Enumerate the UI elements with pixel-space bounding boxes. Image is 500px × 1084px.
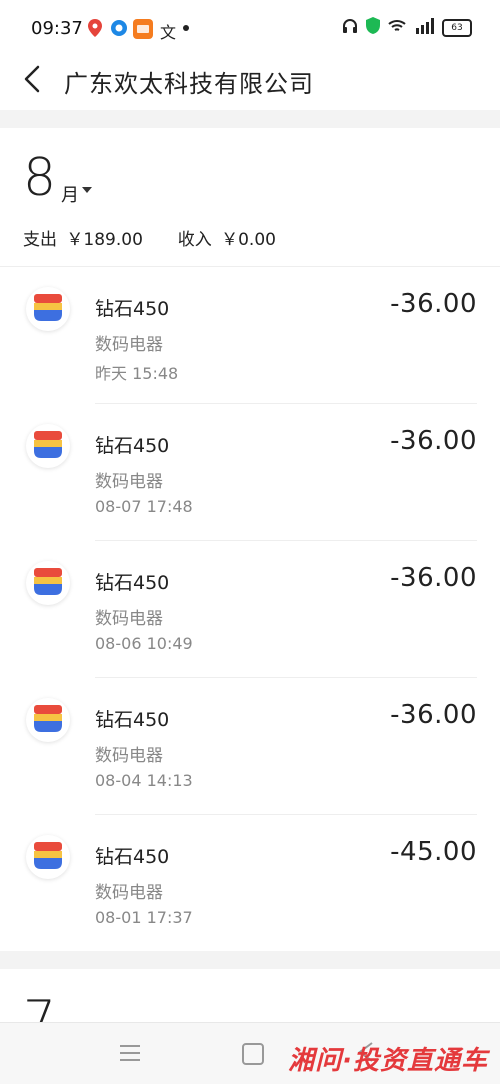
transaction-amount: -45.00 (390, 837, 477, 867)
battery-icon: 63 (442, 18, 472, 37)
wenku-icon: 文 (160, 23, 177, 42)
transaction-row[interactable]: 钻石450 数码电器 08-01 17:37 -45.00 (0, 815, 500, 952)
merchant-icon (26, 424, 70, 468)
transaction-row[interactable]: 钻石450 数码电器 08-07 17:48 -36.00 (0, 404, 500, 541)
transaction-date: 昨天 15:48 (95, 364, 179, 383)
status-time: 09:37 (31, 18, 83, 39)
caret-down-icon[interactable] (82, 187, 92, 193)
signal-icon (414, 17, 434, 38)
transaction-row[interactable]: 钻石450 数码电器 08-04 14:13 -36.00 (0, 678, 500, 815)
merchant-icon (26, 561, 70, 605)
status-bar: 09:37 文 63 (0, 0, 500, 60)
transaction-name: 钻石450 (95, 572, 170, 594)
transaction-name: 钻石450 (95, 435, 170, 457)
transaction-row[interactable]: 钻石450 数码电器昨天 15:48 -36.00 (0, 267, 500, 404)
transaction-category: 数码电器 (95, 746, 163, 766)
income-label: 收入 (177, 230, 212, 250)
shield-icon (366, 17, 380, 38)
merchant-icon (26, 835, 70, 879)
transaction-name: 钻石450 (95, 846, 170, 868)
expense-value: ￥189.00 (66, 230, 143, 250)
transaction-date: 08-04 14:13 (95, 771, 193, 790)
location-pin-icon (88, 19, 102, 37)
income-value: ￥0.00 (221, 230, 276, 250)
month-number: 8 (23, 148, 57, 208)
expense-label: 支出 (23, 230, 57, 250)
page-title: 广东欢太科技有限公司 (64, 70, 314, 98)
transaction-amount: -36.00 (390, 289, 477, 319)
transaction-name: 钻石450 (95, 709, 170, 731)
transaction-name: 钻石450 (95, 298, 170, 320)
merchant-icon (26, 287, 70, 331)
dot-icon (183, 25, 189, 31)
section-divider (0, 110, 500, 128)
month-summary: 支出 ￥189.00 收入 ￥0.00 (23, 225, 280, 250)
transaction-category: 数码电器 (95, 472, 163, 492)
section-divider (0, 951, 500, 969)
month-picker[interactable]: 月 (61, 181, 79, 207)
menu-icon[interactable] (120, 1045, 140, 1061)
headset-icon (342, 18, 358, 38)
transaction-date: 08-06 10:49 (95, 634, 193, 653)
transaction-amount: -36.00 (390, 426, 477, 456)
chevron-left-icon (24, 65, 40, 93)
transaction-date: 08-01 17:37 (95, 908, 193, 927)
transaction-date: 08-07 17:48 (95, 497, 193, 516)
transaction-row[interactable]: 钻石450 数码电器 08-06 10:49 -36.00 (0, 541, 500, 678)
transaction-category: 数码电器 (95, 609, 163, 629)
transaction-amount: -36.00 (390, 700, 477, 730)
back-button[interactable] (18, 61, 48, 97)
watermark: 湘问·投资直通车 (288, 1046, 488, 1076)
wifi-icon (388, 18, 406, 37)
transaction-category: 数码电器 (95, 883, 163, 903)
browser-icon (110, 19, 128, 37)
transaction-amount: -36.00 (390, 563, 477, 593)
merchant-icon (26, 698, 70, 742)
shopping-app-icon (133, 19, 153, 39)
status-right: 63 (342, 17, 472, 38)
transaction-category: 数码电器 (95, 335, 163, 355)
home-icon[interactable] (242, 1043, 264, 1065)
page-header: 广东欢太科技有限公司 (0, 55, 500, 105)
